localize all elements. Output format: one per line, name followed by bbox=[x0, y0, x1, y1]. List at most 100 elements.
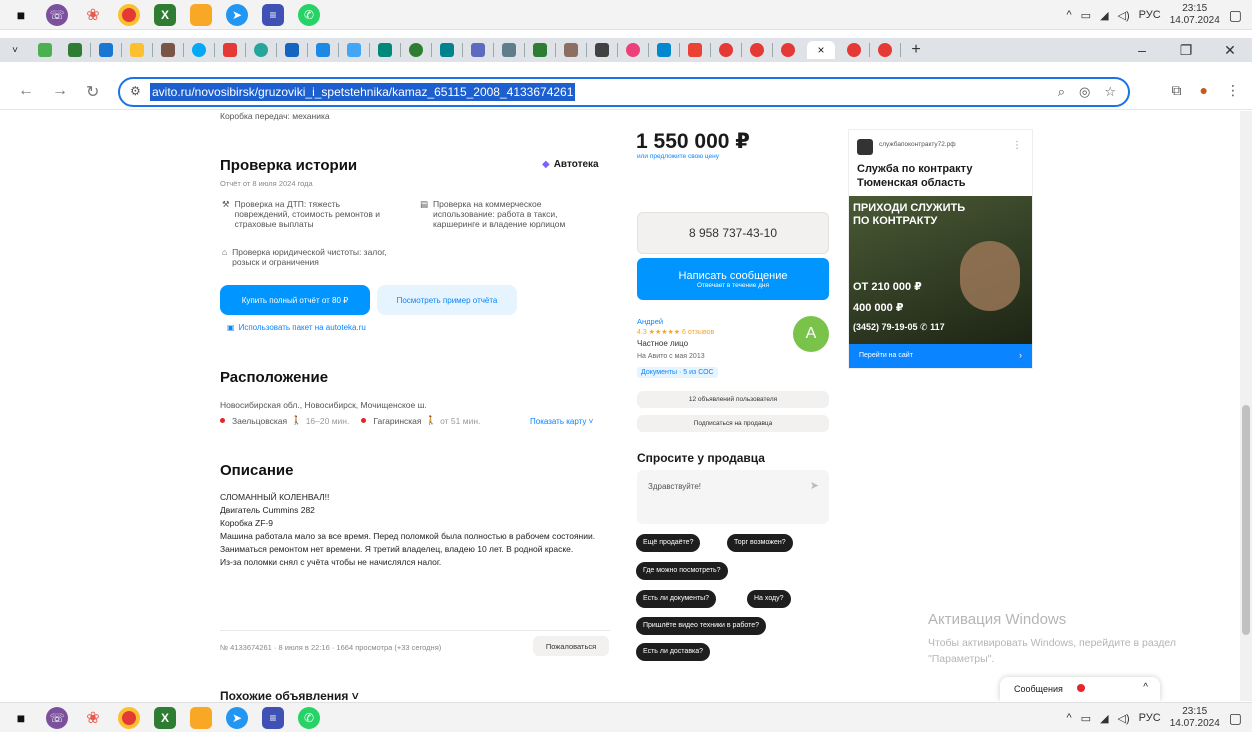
page-scrollbar-thumb[interactable] bbox=[1242, 405, 1250, 635]
tab[interactable] bbox=[874, 41, 896, 59]
volume-icon[interactable]: ◁) bbox=[1118, 9, 1130, 22]
notification-icon[interactable]: ▢ bbox=[1229, 710, 1242, 727]
site-settings-icon[interactable]: ⚙ bbox=[130, 84, 141, 98]
tab[interactable] bbox=[126, 41, 148, 59]
quick-question-button[interactable]: Пришлёте видео техники в работе? bbox=[636, 617, 767, 635]
close-window-icon[interactable]: ✕ bbox=[1208, 42, 1252, 59]
offer-price-link[interactable]: или предложите свою цену bbox=[637, 153, 719, 160]
tab[interactable] bbox=[312, 41, 334, 59]
language-indicator[interactable]: РУС bbox=[1139, 712, 1161, 724]
quick-question-button[interactable]: Есть ли документы? bbox=[636, 590, 717, 608]
tab[interactable] bbox=[529, 41, 551, 59]
ad-menu-icon[interactable]: ⋮ bbox=[1012, 140, 1022, 151]
seller-name[interactable]: Андрей bbox=[637, 317, 663, 326]
profile-icon[interactable]: ● bbox=[1200, 82, 1208, 99]
tab[interactable] bbox=[374, 41, 396, 59]
minimize-icon[interactable]: – bbox=[1120, 42, 1164, 58]
subscribe-button[interactable]: Подписаться на продавца bbox=[637, 415, 829, 432]
chevron-up-icon[interactable]: ^ bbox=[1067, 9, 1072, 21]
tab[interactable] bbox=[64, 41, 86, 59]
quick-question-button[interactable]: Есть ли доставка? bbox=[636, 643, 711, 661]
quick-question-button[interactable]: Торг возможен? bbox=[727, 534, 793, 552]
menu-icon[interactable]: ⋮ bbox=[1226, 82, 1240, 99]
show-map-link[interactable]: Показать карту ˅ bbox=[530, 417, 593, 426]
explorer-icon[interactable] bbox=[190, 3, 212, 26]
url-text[interactable]: avito.ru/novosibirsk/gruzoviki_i_spetste… bbox=[150, 83, 576, 101]
network-icon[interactable]: ▭ bbox=[1081, 712, 1091, 725]
clock[interactable]: 23:15 14.07.2024 bbox=[1170, 706, 1220, 730]
extensions-icon[interactable]: ⧉ bbox=[1172, 82, 1182, 99]
volume-icon[interactable]: ◁) bbox=[1118, 712, 1130, 725]
new-tab-button[interactable]: + bbox=[905, 41, 927, 59]
telegram-icon[interactable]: ➤ bbox=[226, 3, 248, 26]
tab[interactable] bbox=[157, 41, 179, 59]
clock[interactable]: 23:15 14.07.2024 bbox=[1170, 3, 1220, 27]
buy-report-button[interactable]: Купить полный отчёт от 80 ₽ bbox=[220, 285, 370, 315]
zoom-icon[interactable]: ⌕ bbox=[1058, 84, 1065, 100]
ad-banner-image[interactable]: ПРИХОДИ СЛУЖИТЬ ПО КОНТРАКТУ ОТ 210 000 … bbox=[849, 196, 1032, 344]
similar-ads-title[interactable]: Похожие объявления ˅ bbox=[220, 689, 359, 701]
tab[interactable] bbox=[343, 41, 365, 59]
autoteka-package-link[interactable]: ▣ Использовать пакет на autoteka.ru bbox=[227, 323, 366, 332]
tab[interactable] bbox=[405, 41, 427, 59]
notepad-icon[interactable]: ≡ bbox=[262, 3, 284, 26]
notification-icon[interactable]: ▢ bbox=[1229, 7, 1242, 24]
tab[interactable] bbox=[777, 41, 799, 59]
seller-avatar[interactable]: А bbox=[793, 316, 829, 352]
tab[interactable] bbox=[467, 41, 489, 59]
ask-seller-input[interactable]: Здравствуйте! ➤ bbox=[637, 470, 829, 524]
back-icon[interactable]: ← bbox=[18, 82, 34, 100]
chevron-up-icon[interactable]: ^ bbox=[1067, 712, 1072, 724]
write-message-button[interactable]: Написать сообщение Отвечает в течение дн… bbox=[637, 258, 829, 300]
forward-icon[interactable]: → bbox=[52, 82, 68, 100]
excel-icon[interactable]: X bbox=[154, 3, 176, 26]
start-icon[interactable]: ■ bbox=[10, 707, 32, 729]
ad-block[interactable]: службапоконтракту72.рф ⋮ Служба по контр… bbox=[848, 129, 1033, 369]
tab[interactable] bbox=[436, 41, 458, 59]
whatsapp-icon[interactable]: ✆ bbox=[298, 3, 320, 26]
tab[interactable] bbox=[746, 41, 768, 59]
start-icon[interactable]: ■ bbox=[10, 4, 32, 26]
tab[interactable] bbox=[560, 41, 582, 59]
paint-icon[interactable]: ❀ bbox=[82, 4, 104, 26]
tab[interactable] bbox=[684, 41, 706, 59]
tab[interactable] bbox=[715, 41, 737, 59]
tab[interactable] bbox=[250, 41, 272, 59]
tab[interactable] bbox=[95, 41, 117, 59]
omnibox[interactable]: ⚙ avito.ru/novosibirsk/gruzoviki_i_spets… bbox=[118, 77, 1130, 107]
network-icon[interactable]: ▭ bbox=[1081, 9, 1091, 22]
viber-icon[interactable]: ☏ bbox=[46, 706, 68, 729]
eye-off-icon[interactable]: ◎ bbox=[1079, 84, 1090, 100]
chrome-icon[interactable] bbox=[118, 706, 140, 729]
tab[interactable] bbox=[188, 41, 210, 59]
quick-question-button[interactable]: На ходу? bbox=[747, 590, 791, 608]
explorer-icon[interactable] bbox=[190, 706, 212, 729]
language-indicator[interactable]: РУС bbox=[1139, 9, 1161, 21]
viber-icon[interactable]: ☏ bbox=[46, 3, 68, 26]
complain-button[interactable]: Пожаловаться bbox=[533, 636, 609, 656]
tab[interactable] bbox=[622, 41, 644, 59]
quick-question-button[interactable]: Где можно посмотреть? bbox=[636, 562, 728, 580]
autoteka-logo[interactable]: ◆ Автотека bbox=[542, 159, 599, 170]
chrome-icon[interactable] bbox=[118, 3, 140, 26]
tab[interactable] bbox=[34, 41, 56, 59]
tab-list-chevron-icon[interactable]: ˅ bbox=[4, 41, 26, 59]
seller-rating[interactable]: 4.3 ★★★★★ 6 отзывов bbox=[637, 328, 714, 336]
tab[interactable] bbox=[281, 41, 303, 59]
tab[interactable] bbox=[591, 41, 613, 59]
bookmark-star-icon[interactable]: ☆ bbox=[1104, 84, 1116, 100]
paint-icon[interactable]: ❀ bbox=[82, 707, 104, 729]
chevron-up-icon[interactable]: ^ bbox=[1143, 682, 1148, 693]
sample-report-button[interactable]: Посмотреть пример отчёта bbox=[377, 285, 517, 315]
send-icon[interactable]: ➤ bbox=[810, 479, 819, 492]
whatsapp-icon[interactable]: ✆ bbox=[298, 706, 320, 729]
show-phone-button[interactable]: 8 958 737-43-10 bbox=[637, 212, 829, 254]
ad-cta-button[interactable]: Перейти на сайт › bbox=[849, 344, 1032, 368]
telegram-icon[interactable]: ➤ bbox=[226, 706, 248, 729]
notepad-icon[interactable]: ≡ bbox=[262, 706, 284, 729]
wifi-icon[interactable]: ◢ bbox=[1100, 9, 1108, 22]
wifi-icon[interactable]: ◢ bbox=[1100, 712, 1108, 725]
tab[interactable] bbox=[843, 41, 865, 59]
tab[interactable] bbox=[498, 41, 520, 59]
seller-ads-button[interactable]: 12 объявлений пользователя bbox=[637, 391, 829, 408]
